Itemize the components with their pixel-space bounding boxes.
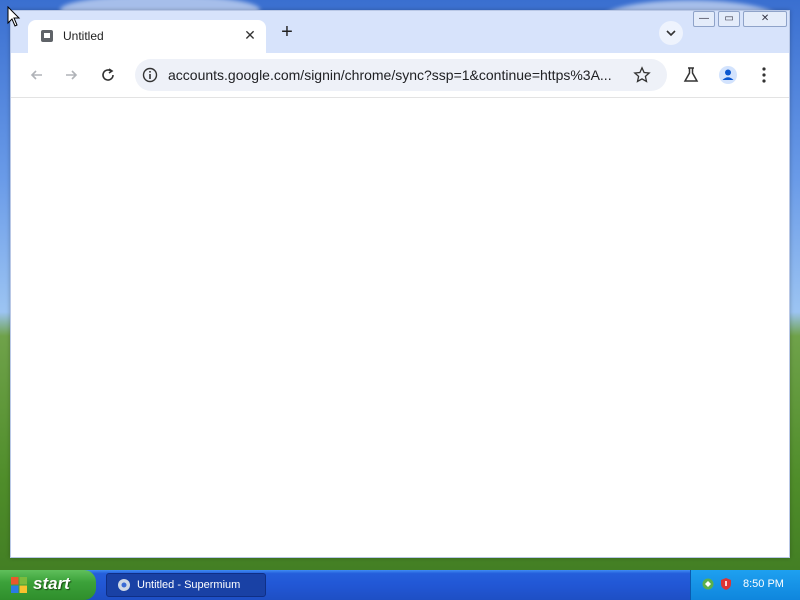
window-controls: — ▭ ✕ xyxy=(693,11,787,29)
arrow-right-icon xyxy=(66,70,78,80)
tab-untitled[interactable]: Untitled ✕ xyxy=(28,20,266,53)
mouse-cursor-icon xyxy=(7,6,21,27)
chevron-down-icon xyxy=(666,30,676,37)
supermium-icon xyxy=(118,579,130,591)
menu-dots-icon[interactable] xyxy=(754,65,774,85)
reload-button[interactable] xyxy=(96,63,120,87)
taskbar: start Untitled - Supermium 8:50 PM xyxy=(0,570,800,600)
taskbar-item-label: Untitled - Supermium xyxy=(137,579,241,591)
toolbar: accounts.google.com/signin/chrome/sync?s… xyxy=(11,53,789,98)
browser-window: Untitled ✕ + — ▭ ✕ accounts.google.com/s… xyxy=(10,10,790,558)
new-tab-button[interactable]: + xyxy=(277,22,297,43)
start-button[interactable]: start xyxy=(0,570,96,600)
system-tray: 8:50 PM xyxy=(690,570,800,600)
start-label: start xyxy=(33,574,70,593)
flask-icon[interactable] xyxy=(681,65,701,85)
page-content xyxy=(11,98,789,557)
address-url[interactable]: accounts.google.com/signin/chrome/sync?s… xyxy=(168,67,628,83)
reload-icon xyxy=(102,68,114,81)
profile-icon[interactable] xyxy=(718,65,738,85)
security-shield-icon[interactable] xyxy=(719,577,733,591)
info-icon[interactable] xyxy=(142,67,158,83)
close-icon[interactable]: ✕ xyxy=(242,27,258,43)
page-icon xyxy=(41,30,53,42)
tab-strip: Untitled ✕ + — ▭ ✕ xyxy=(11,11,789,53)
windows-logo-icon xyxy=(11,577,27,593)
clock: 8:50 PM xyxy=(743,578,784,590)
tab-search-button[interactable] xyxy=(659,21,683,45)
back-button[interactable] xyxy=(25,63,49,87)
network-icon[interactable] xyxy=(701,577,715,591)
maximize-icon[interactable]: ▭ xyxy=(718,11,741,27)
close-icon[interactable]: ✕ xyxy=(743,11,787,27)
tab-title: Untitled xyxy=(63,29,104,43)
forward-button[interactable] xyxy=(59,63,83,87)
arrow-left-icon xyxy=(30,70,42,80)
star-icon[interactable] xyxy=(633,66,651,84)
address-bar[interactable]: accounts.google.com/signin/chrome/sync?s… xyxy=(135,59,667,91)
minimize-icon[interactable]: — xyxy=(693,11,716,27)
taskbar-item-supermium[interactable]: Untitled - Supermium xyxy=(106,573,266,597)
